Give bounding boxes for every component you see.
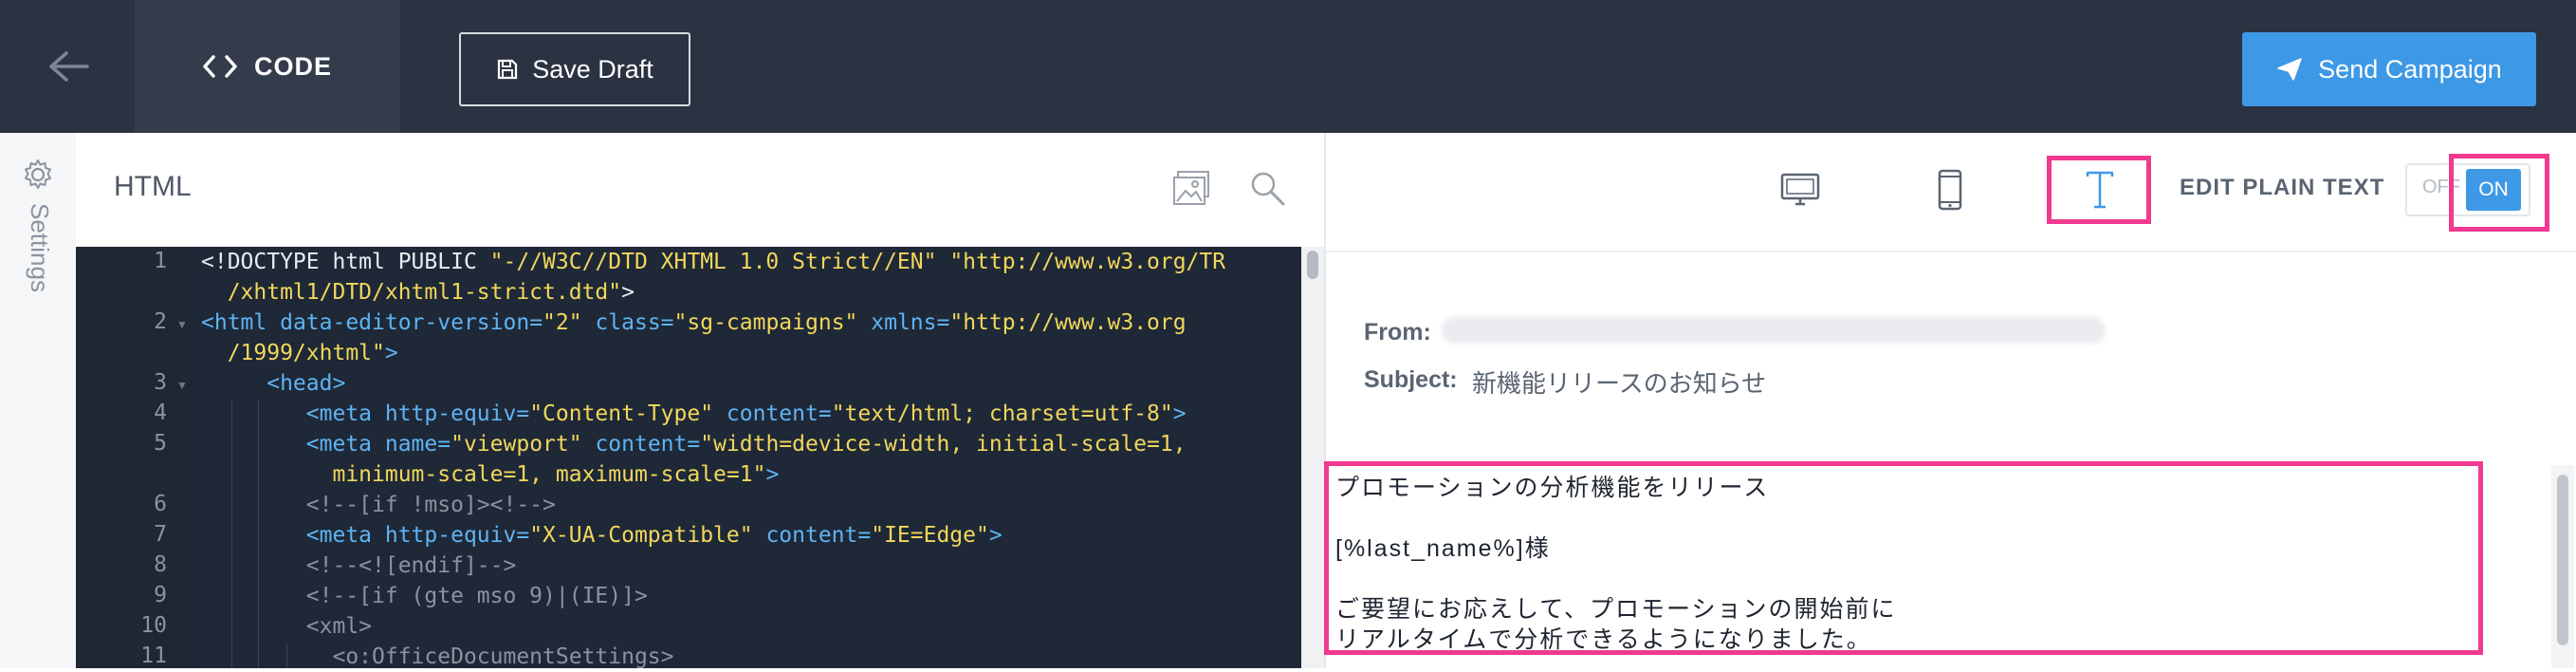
code-line-3: <head> — [201, 371, 346, 396]
line-number: 8 — [154, 552, 167, 577]
desktop-preview-button[interactable] — [1774, 163, 1827, 216]
code-line-1b: /xhtml1/DTD/xhtml1-strict.dtd"> — [201, 280, 635, 305]
tab-code[interactable]: CODE — [135, 0, 400, 133]
highlight-text-button — [2047, 156, 2151, 224]
code-line-7: <meta http-equiv="X-UA-Compatible" conte… — [201, 523, 1003, 548]
save-draft-button[interactable]: Save Draft — [459, 32, 690, 106]
send-campaign-button[interactable]: Send Campaign — [2242, 32, 2536, 106]
subject-value: 新機能リリースのお知らせ — [1472, 369, 1767, 398]
line-number: 1 — [154, 249, 167, 273]
code-line-9: <!--[if (gte mso 9)|(IE)]> — [201, 584, 648, 608]
line-number: 4 — [154, 401, 167, 425]
line-number: 7 — [154, 522, 167, 547]
search-icon — [1251, 172, 1285, 206]
fold-arrow-icon[interactable]: ▼ — [176, 379, 188, 392]
send-campaign-label: Send Campaign — [2318, 54, 2502, 84]
code-line-6: <!--[if !mso]><!--> — [201, 493, 556, 517]
code-line-2a: <html data-editor-version="2" class="sg-… — [201, 310, 1187, 335]
mobile-icon — [1938, 169, 1962, 211]
fold-arrow-icon[interactable]: ▼ — [176, 318, 188, 331]
paper-plane-icon — [2277, 58, 2302, 81]
code-line-8: <!--<![endif]--> — [201, 553, 517, 578]
highlight-plain-text-area — [1324, 461, 2483, 655]
highlight-toggle — [2449, 154, 2549, 232]
code-line-5a: <meta name="viewport" content="width=dev… — [201, 432, 1187, 457]
code-scrollbar[interactable] — [1301, 247, 1324, 668]
line-number: 10 — [140, 613, 167, 638]
insert-image-button[interactable] — [1168, 165, 1214, 211]
gear-icon[interactable] — [21, 158, 55, 192]
editor-header — [76, 133, 1324, 248]
preview-scrollbar-thumb[interactable] — [2557, 475, 2568, 645]
settings-label[interactable]: Settings — [25, 203, 54, 292]
search-code-button[interactable] — [1244, 165, 1290, 211]
code-line-11: <o:OfficeDocumentSettings> — [201, 644, 674, 669]
code-line-5b: minimum-scale=1, maximum-scale=1"> — [201, 462, 780, 487]
from-value-redacted — [1442, 317, 2106, 344]
tab-code-label: CODE — [253, 51, 332, 81]
line-number: 5 — [154, 431, 167, 456]
line-number: 2 — [154, 309, 167, 334]
line-number: 11 — [140, 644, 167, 668]
line-number: 6 — [154, 492, 167, 516]
mobile-preview-button[interactable] — [1925, 161, 1975, 218]
arrow-left-icon — [49, 51, 89, 82]
code-scrollbar-thumb[interactable] — [1307, 251, 1318, 279]
from-label: From: — [1364, 319, 1431, 345]
subject-label: Subject: — [1364, 366, 1458, 393]
floppy-disk-icon — [498, 59, 518, 80]
save-draft-label: Save Draft — [532, 54, 653, 84]
code-line-1a: <!DOCTYPE html PUBLIC "-//W3C//DTD XHTML… — [201, 250, 1226, 274]
code-brackets-icon — [203, 55, 237, 78]
editor-title: HTML — [114, 171, 192, 202]
code-line-2b: /1999/xhtml"> — [201, 341, 398, 365]
desktop-icon — [1780, 173, 1820, 206]
edit-plain-text-label: EDIT PLAIN TEXT — [2180, 175, 2385, 200]
code-line-10: <xml> — [201, 614, 373, 639]
back-button[interactable] — [0, 0, 135, 133]
line-number: 3 — [154, 370, 167, 395]
image-icon — [1173, 171, 1209, 205]
code-line-4: <meta http-equiv="Content-Type" content=… — [201, 401, 1187, 426]
line-number: 9 — [154, 583, 167, 607]
